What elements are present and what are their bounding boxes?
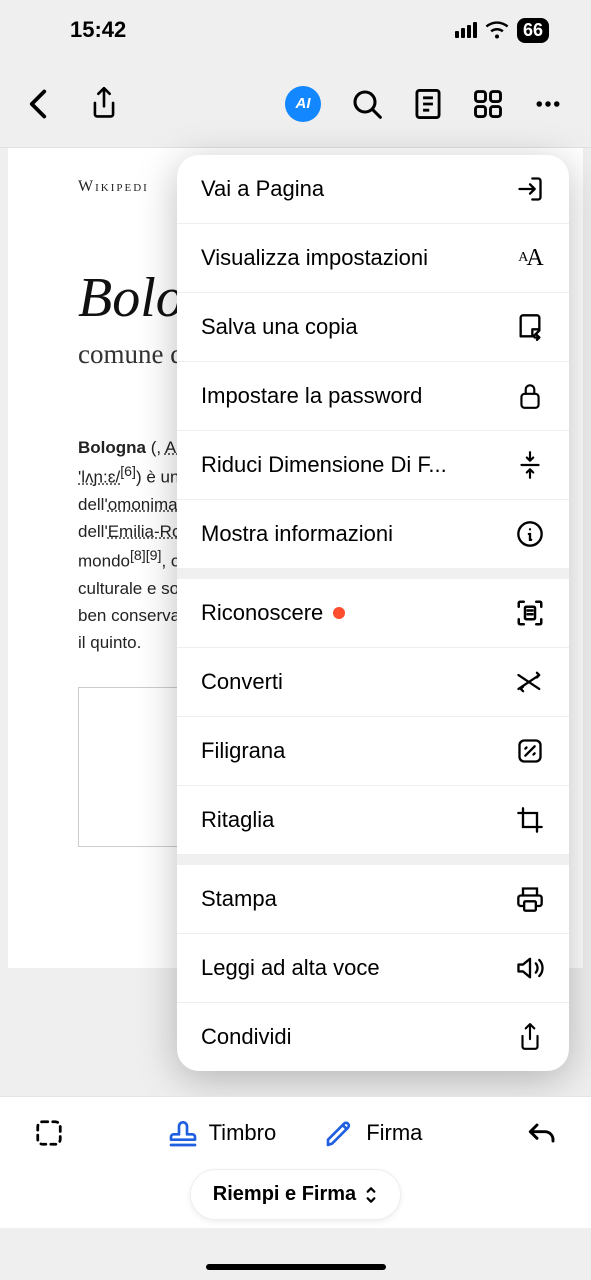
speaker-icon <box>515 953 545 983</box>
sign-label: Firma <box>366 1120 422 1146</box>
select-area-icon[interactable] <box>34 1118 64 1148</box>
menu-label: Riduci Dimensione Di F... <box>201 452 447 478</box>
top-toolbar: AI <box>0 60 591 148</box>
ocr-icon <box>515 598 545 628</box>
info-icon <box>515 519 545 549</box>
ai-button[interactable]: AI <box>285 86 321 122</box>
sign-button[interactable]: Firma <box>324 1117 422 1149</box>
new-indicator-dot <box>333 607 345 619</box>
menu-label: Visualizza impostazioni <box>201 245 428 271</box>
menu-convert[interactable]: Converti <box>177 648 569 717</box>
goto-icon <box>515 174 545 204</box>
crop-icon <box>515 805 545 835</box>
wifi-icon <box>485 21 509 39</box>
home-indicator <box>206 1264 386 1270</box>
grid-icon[interactable] <box>473 89 503 119</box>
more-icon[interactable] <box>533 89 563 119</box>
menu-watermark[interactable]: Filigrana <box>177 717 569 786</box>
watermark-icon <box>515 736 545 766</box>
fill-sign-button[interactable]: Riempi e Firma <box>190 1169 401 1220</box>
stamp-button[interactable]: Timbro <box>167 1117 277 1149</box>
text-size-icon: AA <box>515 243 545 273</box>
menu-show-info[interactable]: Mostra informazioni <box>177 500 569 569</box>
page-icon[interactable] <box>413 88 443 120</box>
stamp-label: Timbro <box>209 1120 277 1146</box>
menu-read-aloud[interactable]: Leggi ad alta voce <box>177 934 569 1003</box>
menu-go-to-page[interactable]: Vai a Pagina <box>177 155 569 224</box>
menu-label: Converti <box>201 669 283 695</box>
battery-icon: 66 <box>517 18 549 43</box>
search-icon[interactable] <box>351 88 383 120</box>
stamp-icon <box>167 1117 199 1149</box>
menu-label: Riconoscere <box>201 600 323 626</box>
convert-icon <box>515 667 545 697</box>
status-bar: 15:42 66 <box>0 0 591 60</box>
menu-label: Stampa <box>201 886 277 912</box>
dropdown-menu: Vai a Pagina Visualizza impostazioni AA … <box>177 155 569 1071</box>
menu-set-password[interactable]: Impostare la password <box>177 362 569 431</box>
menu-label: Leggi ad alta voce <box>201 955 380 981</box>
pen-icon <box>324 1117 356 1149</box>
menu-label: Salva una copia <box>201 314 358 340</box>
menu-label: Vai a Pagina <box>201 176 324 202</box>
save-copy-icon <box>515 312 545 342</box>
share-icon[interactable] <box>90 87 118 121</box>
chevron-updown-icon <box>364 1185 378 1205</box>
menu-label: Impostare la password <box>201 383 422 409</box>
menu-save-copy[interactable]: Salva una copia <box>177 293 569 362</box>
undo-icon[interactable] <box>525 1119 557 1147</box>
menu-view-settings[interactable]: Visualizza impostazioni AA <box>177 224 569 293</box>
signal-icon <box>455 22 477 38</box>
bottom-toolbar: Timbro Firma Riempi e Firma <box>0 1096 591 1228</box>
menu-label: Mostra informazioni <box>201 521 393 547</box>
status-time: 15:42 <box>70 17 126 43</box>
lock-icon <box>515 381 545 411</box>
menu-label: Filigrana <box>201 738 285 764</box>
printer-icon <box>515 884 545 914</box>
menu-label: Ritaglia <box>201 807 274 833</box>
menu-reduce-size[interactable]: Riduci Dimensione Di F... <box>177 431 569 500</box>
share-out-icon <box>515 1022 545 1052</box>
menu-label: Condividi <box>201 1024 292 1050</box>
menu-crop[interactable]: Ritaglia <box>177 786 569 855</box>
menu-recognize[interactable]: Riconoscere <box>177 569 569 648</box>
menu-print[interactable]: Stampa <box>177 855 569 934</box>
menu-share[interactable]: Condividi <box>177 1003 569 1071</box>
fill-sign-label: Riempi e Firma <box>213 1183 356 1206</box>
compress-icon <box>515 450 545 480</box>
back-button[interactable] <box>28 89 48 119</box>
